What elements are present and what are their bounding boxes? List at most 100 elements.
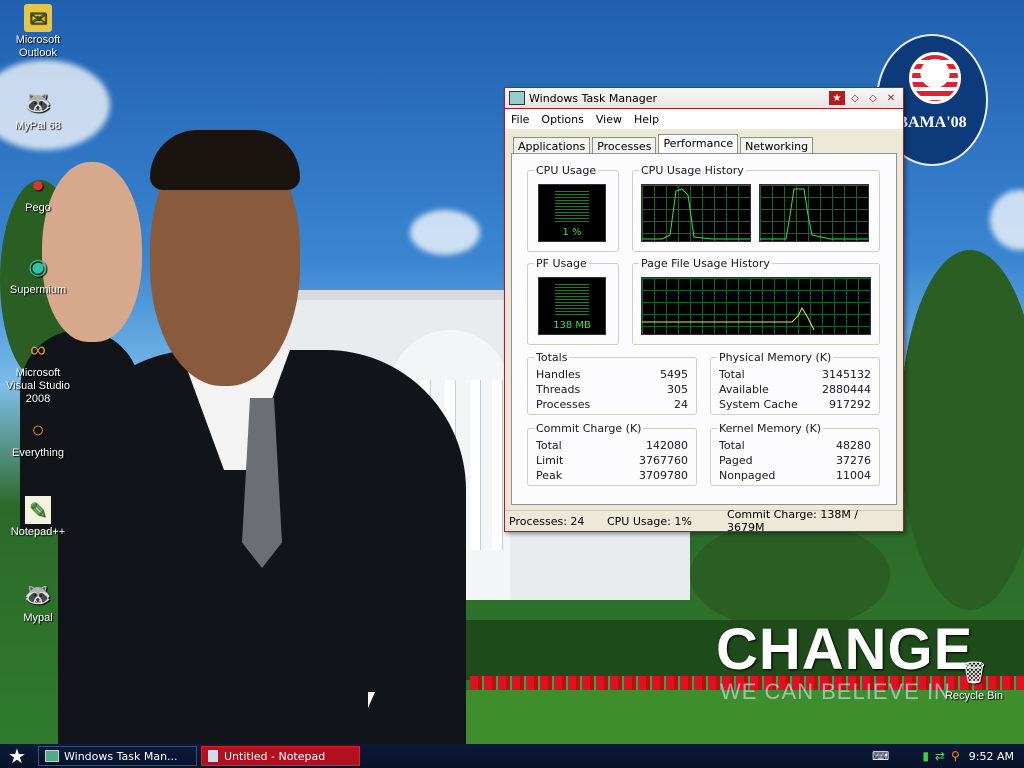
menu-view[interactable]: View <box>590 113 628 126</box>
maximize-button[interactable]: ◇ <box>865 91 881 105</box>
kernel-memory-group: Kernel Memory (K) Total 48280 Paged 37276 … <box>710 422 880 486</box>
stat-row: Limit 3767760 <box>536 454 688 467</box>
stat-row: Total 142080 <box>536 439 688 452</box>
stat-row: Nonpaged 11004 <box>719 469 871 482</box>
wallpaper-tree <box>690 520 890 630</box>
physical-memory-label: Physical Memory (K) <box>717 351 834 364</box>
menu-help[interactable]: Help <box>628 113 665 126</box>
stat-row: Available 2880444 <box>719 383 871 396</box>
network-icon[interactable]: ⇄ <box>935 749 945 763</box>
taskbar: ★ Windows Task Man... Untitled - Notepad… <box>0 744 1024 768</box>
wallpaper-slogan: WE CAN BELIEVE IN <box>720 679 951 704</box>
stat-row: Peak 3709780 <box>536 469 688 482</box>
status-bar: Processes: 24 CPU Usage: 1% Commit Charg… <box>505 508 903 534</box>
desktop: BAMA'08 CHANGE WE CAN BELIEVE IN ✉ Micro… <box>0 0 1024 744</box>
desktop-icon-label: Recycle Bin <box>944 690 1004 702</box>
pf-history-label: Page File Usage History <box>639 257 772 270</box>
desktop-icon-pego[interactable]: ● Pego <box>0 168 76 215</box>
pf-history-graph <box>641 277 871 335</box>
menu-options[interactable]: Options <box>535 113 589 126</box>
clock[interactable]: 9:52 AM <box>969 750 1014 763</box>
desktop-icon-visual-studio[interactable]: ∞ Microsoft Visual Studio 2008 <box>0 333 76 406</box>
wallpaper-headline: CHANGE <box>716 617 974 682</box>
cpu-usage-value: 1 % <box>562 227 582 238</box>
mouse-cursor <box>368 692 375 708</box>
desktop-icon-outlook[interactable]: ✉ Microsoft Outlook <box>0 4 76 60</box>
commit-charge-label: Commit Charge (K) <box>534 422 644 435</box>
cpu-history-label: CPU Usage History <box>639 164 746 177</box>
supermium-icon: ◉ <box>28 253 48 279</box>
cpu-usage-meter: 1 % <box>538 184 606 242</box>
campaign-logo-icon <box>909 52 961 104</box>
desktop-icon-label: Mypal <box>23 612 53 624</box>
visual-studio-icon: ∞ <box>30 336 46 362</box>
commit-charge-group: Commit Charge (K) Total 142080 Limit 37677… <box>527 422 697 486</box>
cpu-usage-label: CPU Usage <box>534 164 599 177</box>
system-tray: ⌨ ▮ ⇄ ⚲ 9:52 AM <box>869 744 1024 768</box>
minimize-button[interactable]: ◇ <box>847 91 863 105</box>
wallpaper-tree <box>900 250 1024 610</box>
everything-icon: ○ <box>31 416 45 442</box>
wallpaper-person-hair <box>150 130 300 190</box>
outlook-icon: ✉ <box>24 4 52 32</box>
pego-icon: ● <box>31 171 45 197</box>
kernel-memory-label: Kernel Memory (K) <box>717 422 824 435</box>
status-processes: Processes: 24 <box>509 514 585 528</box>
task-manager-window[interactable]: Windows Task Manager ★ ◇ ◇ ✕ File Option… <box>504 87 904 534</box>
close-button[interactable]: ✕ <box>883 91 899 105</box>
stat-row: Handles 5495 <box>536 368 688 381</box>
task-manager-icon <box>509 91 525 105</box>
pf-usage-label: PF Usage <box>534 257 589 270</box>
start-button[interactable]: ★ <box>0 744 34 768</box>
taskbar-task-notepad[interactable]: Untitled - Notepad <box>201 746 360 766</box>
taskbar-task-label: Windows Task Man... <box>64 749 178 763</box>
performance-panel: CPU Usage 1 % CPU Usage History PF Usage <box>511 153 897 505</box>
notepadpp-icon: ✎ <box>25 496 51 524</box>
stat-row: System Cache 917292 <box>719 398 871 411</box>
desktop-icon-label: Microsoft Outlook <box>15 34 61 59</box>
pf-usage-meter: 138 MB <box>538 277 606 335</box>
stat-row: Paged 37276 <box>719 454 871 467</box>
desktop-icon-label: Microsoft Visual Studio 2008 <box>5 367 70 405</box>
desktop-icon-label: Everything <box>12 447 64 459</box>
cpu-history-group: CPU Usage History <box>632 164 880 252</box>
desktop-icon-supermium[interactable]: ◉ Supermium <box>0 250 76 297</box>
desktop-icon-label: Notepad++ <box>10 526 66 538</box>
desktop-icon-everything[interactable]: ○ Everything <box>0 413 76 460</box>
pin-icon[interactable]: ★ <box>829 91 845 105</box>
taskbar-task-task-manager[interactable]: Windows Task Man... <box>38 746 197 766</box>
search-icon[interactable]: ⚲ <box>951 749 960 763</box>
task-manager-titlebar[interactable]: Windows Task Manager ★ ◇ ◇ ✕ <box>505 88 903 109</box>
stat-row: Threads 305 <box>536 383 688 396</box>
menu-file[interactable]: File <box>505 113 535 126</box>
desktop-icon-label: Pego <box>25 202 51 214</box>
desktop-icon-mypal[interactable]: 🦝 Mypal <box>0 578 76 625</box>
desktop-icon-notepadpp[interactable]: ✎ Notepad++ <box>0 496 76 539</box>
cpu-history-graph-core-0 <box>641 184 751 242</box>
pf-history-group: Page File Usage History <box>632 257 880 345</box>
cpu-history-graph-core-1 <box>759 184 869 242</box>
task-manager-icon <box>45 750 59 762</box>
keyboard-icon[interactable]: ⌨ <box>872 749 889 763</box>
totals-group: Totals Handles 5495 Threads 305 Processes 2… <box>527 351 697 415</box>
mypal-icon: 🦝 <box>24 89 52 115</box>
mypal-icon: 🦝 <box>24 581 52 607</box>
pf-usage-value: 138 MB <box>553 320 591 331</box>
stat-row: Total 48280 <box>719 439 871 452</box>
notepad-icon <box>208 750 218 762</box>
totals-label: Totals <box>534 351 570 364</box>
recycle-bin-icon: 🗑 <box>960 659 988 685</box>
menu-bar: File Options View Help <box>505 109 903 129</box>
wallpaper-cloud <box>990 190 1024 250</box>
status-cpu: CPU Usage: 1% <box>606 514 692 528</box>
stat-row: Total 3145132 <box>719 368 871 381</box>
window-title: Windows Task Manager <box>529 91 658 105</box>
task-manager-tray-icon[interactable]: ▮ <box>922 749 929 763</box>
taskbar-task-label: Untitled - Notepad <box>224 749 326 763</box>
desktop-icon-mypal68[interactable]: 🦝 MyPal 68 <box>0 86 76 133</box>
physical-memory-group: Physical Memory (K) Total 3145132 Availab… <box>710 351 880 415</box>
cpu-usage-group: CPU Usage 1 % <box>527 164 619 252</box>
desktop-icon-recycle-bin[interactable]: 🗑 Recycle Bin <box>936 656 1012 703</box>
stat-row: Processes 24 <box>536 398 688 411</box>
desktop-icon-label: MyPal 68 <box>15 120 61 132</box>
